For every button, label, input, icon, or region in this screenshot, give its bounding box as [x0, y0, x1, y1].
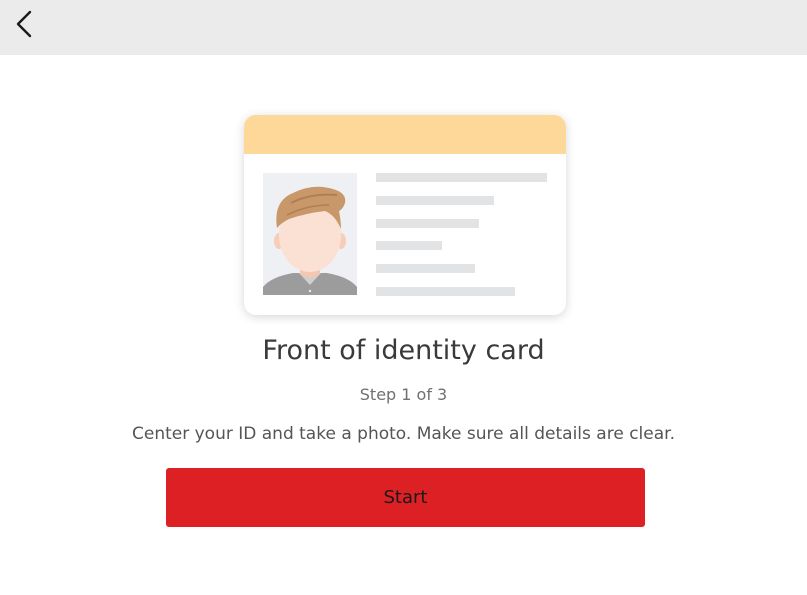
main-content: Front of identity card Step 1 of 3 Cente…	[0, 55, 807, 595]
back-button[interactable]	[6, 4, 42, 44]
placeholder-line	[376, 219, 479, 228]
placeholder-line	[376, 241, 442, 250]
chevron-left-icon	[16, 10, 32, 38]
start-button[interactable]: Start	[166, 468, 645, 527]
placeholder-line	[376, 196, 494, 205]
placeholder-line	[376, 287, 515, 296]
card-header-band	[244, 115, 566, 154]
card-photo	[263, 173, 357, 295]
page-title: Front of identity card	[262, 335, 545, 366]
step-indicator: Step 1 of 3	[359, 385, 448, 404]
placeholder-line	[376, 264, 475, 273]
top-bar	[0, 0, 807, 55]
placeholder-line	[376, 173, 547, 182]
person-avatar-icon	[263, 186, 357, 295]
id-card-illustration	[244, 115, 566, 315]
instruction-text: Center your ID and take a photo. Make su…	[132, 424, 675, 444]
